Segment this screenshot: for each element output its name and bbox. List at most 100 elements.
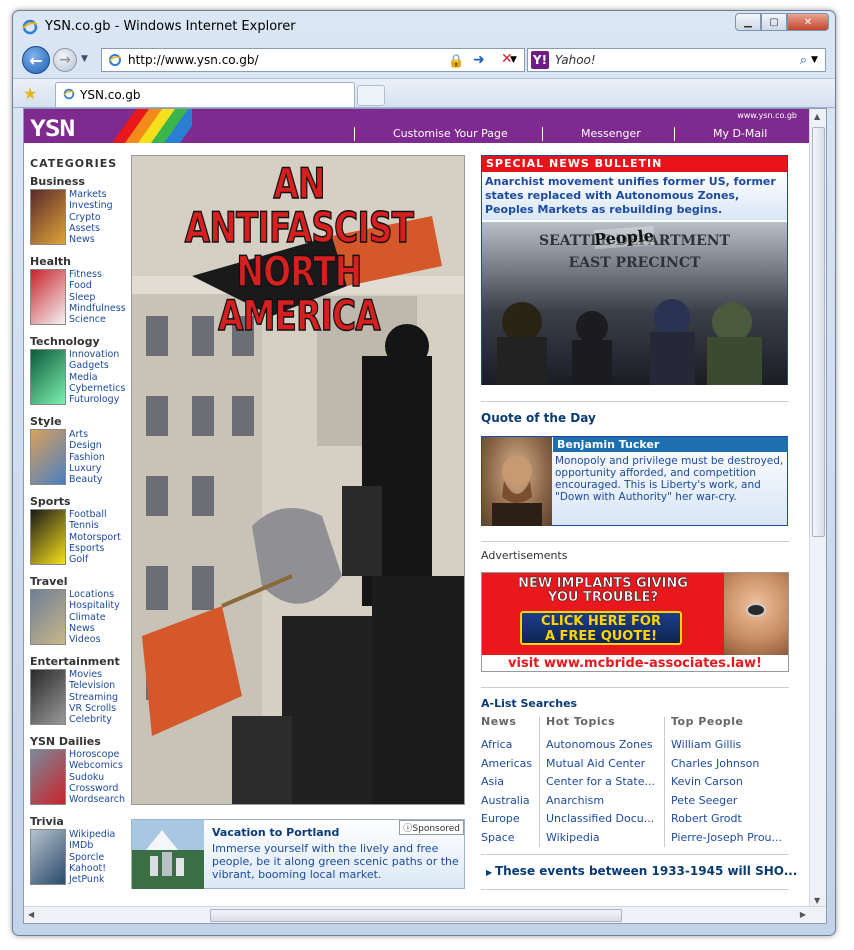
category-link[interactable]: Assets: [69, 223, 113, 234]
category-link[interactable]: News: [69, 623, 120, 634]
category-link[interactable]: VR Scrolls: [69, 703, 118, 714]
alist-item[interactable]: Australia: [481, 792, 532, 811]
category-link[interactable]: Crossword: [69, 783, 125, 794]
category-link[interactable]: Football: [69, 509, 121, 520]
messenger-link[interactable]: Messenger: [542, 127, 641, 141]
bulletin-text[interactable]: Anarchist movement unifies former US, fo…: [482, 172, 787, 220]
category-heading[interactable]: Trivia: [30, 815, 130, 828]
quote-box[interactable]: Benjamin Tucker Monopoly and privilege m…: [481, 436, 788, 526]
category-thumbnail[interactable]: [30, 269, 66, 325]
category-heading[interactable]: Sports: [30, 495, 130, 508]
favorites-star-icon[interactable]: ★: [23, 84, 37, 103]
stop-button[interactable]: ✕: [501, 51, 513, 67]
ad-quote-button[interactable]: CLICK HERE FOR A FREE QUOTE!: [520, 611, 682, 645]
dmail-link[interactable]: My D-Mail: [674, 127, 767, 141]
alist-item[interactable]: William Gillis: [671, 736, 782, 755]
category-heading[interactable]: Entertainment: [30, 655, 130, 668]
category-link[interactable]: Tennis: [69, 520, 121, 531]
scroll-right-icon[interactable]: ▶: [800, 910, 806, 919]
category-link[interactable]: Horoscope: [69, 749, 125, 760]
implant-ad-banner[interactable]: NEW IMPLANTS GIVING YOU TROUBLE? CLICK H…: [481, 572, 789, 672]
category-thumbnail[interactable]: [30, 589, 66, 645]
vertical-scrollbar[interactable]: ▲ ▼: [809, 109, 826, 908]
category-link[interactable]: Design: [69, 440, 105, 451]
category-thumbnail[interactable]: [30, 669, 66, 725]
category-link[interactable]: IMDb: [69, 840, 115, 851]
category-link[interactable]: Futurology: [69, 394, 125, 405]
alist-item[interactable]: Americas: [481, 755, 532, 774]
sponsored-box[interactable]: ⓘSponsored Vacation to Portland Immerse …: [131, 819, 465, 889]
alist-item[interactable]: Charles Johnson: [671, 755, 782, 774]
category-link[interactable]: Fashion: [69, 452, 105, 463]
go-button[interactable]: ➜: [473, 52, 485, 68]
category-link[interactable]: Fitness: [69, 269, 126, 280]
customise-link[interactable]: Customise Your Page: [354, 127, 508, 141]
search-icon[interactable]: ⌕: [800, 53, 807, 68]
category-link[interactable]: Hospitality: [69, 600, 120, 611]
category-link[interactable]: Innovation: [69, 349, 125, 360]
category-link[interactable]: Cybernetics: [69, 383, 125, 394]
category-link[interactable]: Investing: [69, 200, 113, 211]
category-link[interactable]: Streaming: [69, 692, 118, 703]
tab-ysn[interactable]: YSN.co.gb: [55, 82, 355, 107]
category-link[interactable]: News: [69, 234, 113, 245]
search-input[interactable]: Yahoo!: [549, 53, 800, 67]
category-link[interactable]: Wikipedia: [69, 829, 115, 840]
vertical-scroll-thumb[interactable]: [812, 127, 825, 537]
category-link[interactable]: Climate: [69, 612, 120, 623]
alist-item[interactable]: Space: [481, 829, 532, 848]
horizontal-scroll-thumb[interactable]: [210, 909, 622, 922]
maximize-button[interactable]: ▢: [761, 13, 787, 31]
quote-author[interactable]: Benjamin Tucker: [553, 437, 788, 452]
close-button[interactable]: ✕: [787, 13, 829, 31]
category-link[interactable]: Mindfulness: [69, 303, 126, 314]
alist-item[interactable]: Pete Seeger: [671, 792, 782, 811]
category-link[interactable]: Luxury: [69, 463, 105, 474]
category-link[interactable]: Gadgets: [69, 360, 125, 371]
category-link[interactable]: Golf: [69, 554, 121, 565]
category-link[interactable]: Locations: [69, 589, 120, 600]
category-link[interactable]: Sudoku: [69, 772, 125, 783]
ysn-logo[interactable]: YSN: [30, 117, 75, 142]
new-tab-button[interactable]: [357, 85, 385, 106]
category-heading[interactable]: Travel: [30, 575, 130, 588]
category-heading[interactable]: YSN Dailies: [30, 735, 130, 748]
alist-item[interactable]: Autonomous Zones: [546, 736, 655, 755]
events-link-text[interactable]: These events between 1933-1945 will SHO.…: [495, 864, 797, 878]
category-link[interactable]: Arts: [69, 429, 105, 440]
alist-item[interactable]: Kevin Carson: [671, 773, 782, 792]
category-link[interactable]: Motorsport: [69, 532, 121, 543]
alist-item[interactable]: Mutual Aid Center: [546, 755, 655, 774]
alist-item[interactable]: Europe: [481, 810, 532, 829]
alist-item[interactable]: Unclassified Docu...: [546, 810, 655, 829]
category-link[interactable]: Kahoot!: [69, 863, 115, 874]
alist-item[interactable]: Anarchism: [546, 792, 655, 811]
news-bulletin[interactable]: SPECIAL NEWS BULLETIN Anarchist movement…: [481, 155, 788, 385]
category-thumbnail[interactable]: [30, 189, 66, 245]
search-options-icon[interactable]: ▼: [811, 55, 825, 65]
bulletin-image[interactable]: SEATTLE DEPARTMENT EAST PRECINCT People: [482, 222, 787, 385]
category-link[interactable]: Food: [69, 280, 126, 291]
category-heading[interactable]: Business: [30, 175, 130, 188]
category-link[interactable]: Sleep: [69, 292, 126, 303]
history-dropdown-icon[interactable]: ▼: [81, 54, 88, 64]
category-link[interactable]: Media: [69, 372, 125, 383]
alist-item[interactable]: Pierre-Joseph Prou...: [671, 829, 782, 848]
category-thumbnail[interactable]: [30, 429, 66, 485]
category-link[interactable]: Celebrity: [69, 714, 118, 725]
category-heading[interactable]: Health: [30, 255, 130, 268]
minimize-button[interactable]: ▁: [735, 13, 761, 31]
category-thumbnail[interactable]: [30, 509, 66, 565]
category-link[interactable]: Sporcle: [69, 852, 115, 863]
category-link[interactable]: Wordsearch: [69, 794, 125, 805]
category-link[interactable]: Webcomics: [69, 760, 125, 771]
category-link[interactable]: Markets: [69, 189, 113, 200]
category-link[interactable]: Television: [69, 680, 118, 691]
category-link[interactable]: JetPunk: [69, 874, 115, 885]
scroll-up-icon[interactable]: ▲: [814, 112, 820, 121]
category-link[interactable]: Crypto: [69, 212, 113, 223]
sponsored-title[interactable]: Vacation to Portland: [212, 826, 339, 839]
search-box[interactable]: Y! Yahoo! ⌕ ▼: [527, 48, 826, 72]
alist-item[interactable]: Wikipedia: [546, 829, 655, 848]
category-link[interactable]: Esports: [69, 543, 121, 554]
